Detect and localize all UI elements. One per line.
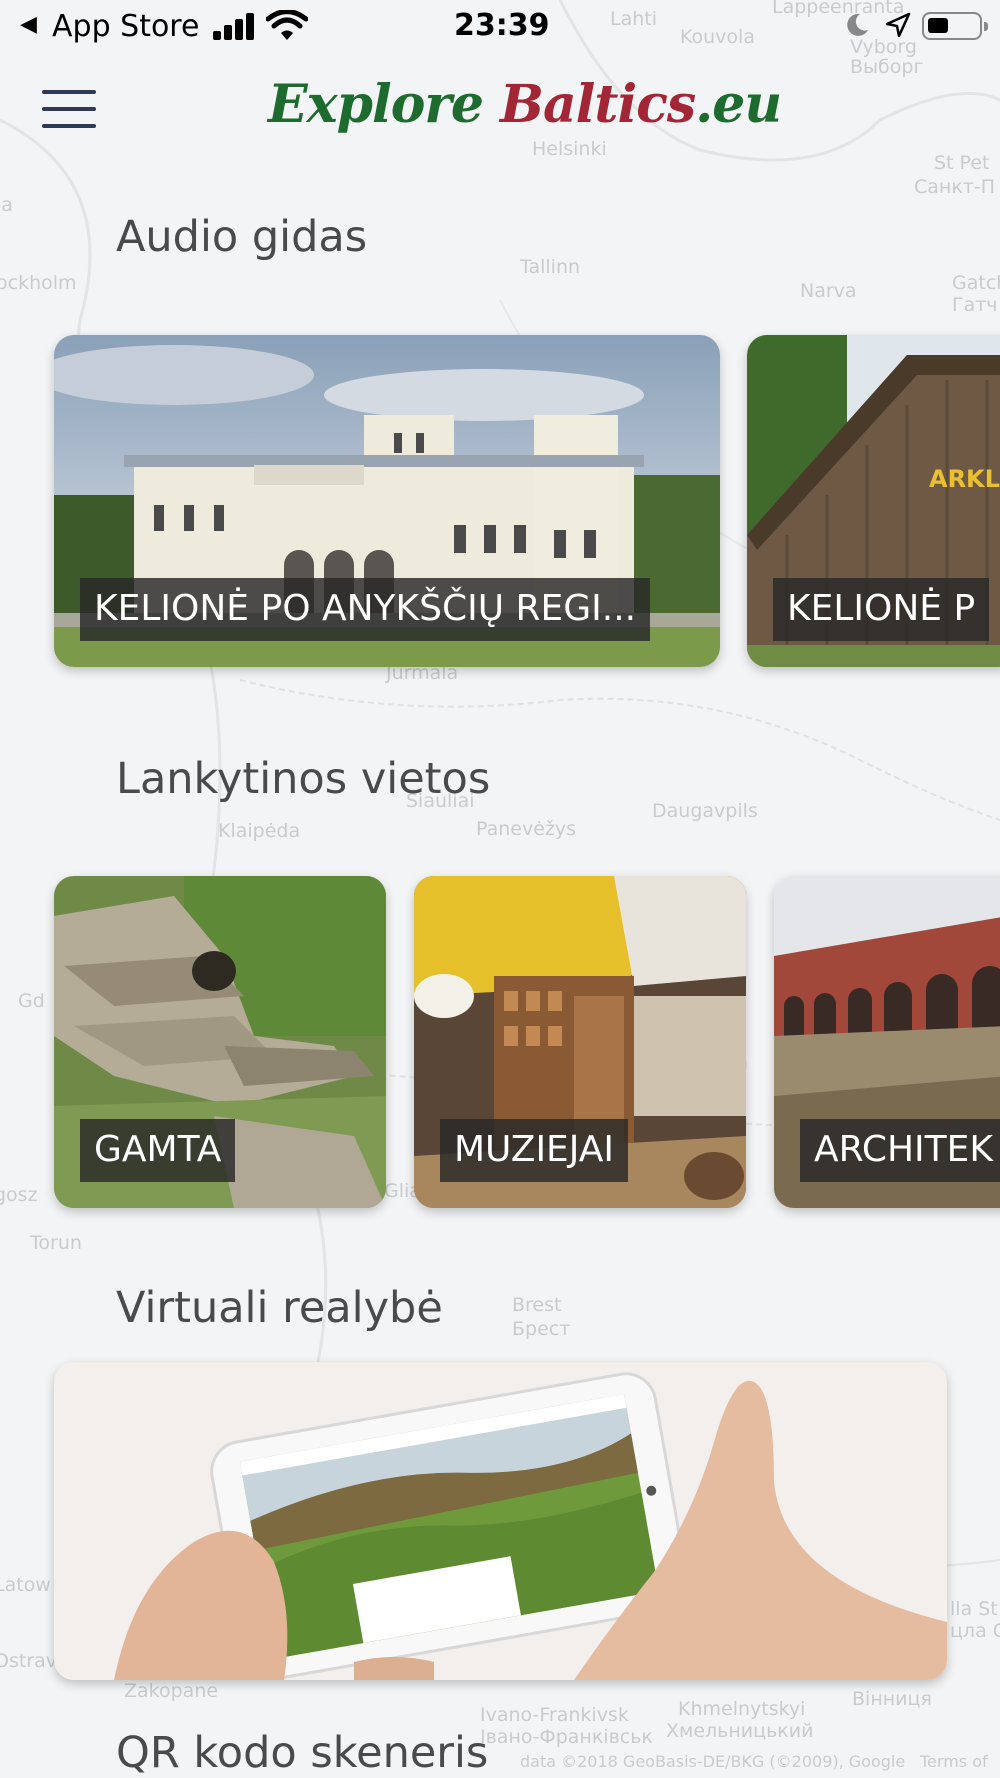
map-label: Narva: [800, 280, 857, 302]
wifi-icon: [266, 10, 308, 40]
audio-card-anyksciai[interactable]: KELIONĖ PO ANYKŠČIŲ REGI...: [54, 335, 720, 667]
logo-baltics: Baltics: [500, 74, 696, 135]
cellular-signal-icon: [213, 12, 257, 40]
map-label: gosz: [0, 1184, 38, 1206]
map-label: ockholm: [0, 272, 77, 294]
map-label: Brest: [512, 1294, 562, 1316]
map-label: Хмельницький: [666, 1720, 814, 1742]
places-card-label: GAMTA: [80, 1119, 236, 1182]
map-label: Выборг: [850, 56, 924, 78]
logo-explore: Explore: [268, 74, 501, 135]
map-label: Tallinn: [520, 256, 581, 278]
map-label: цла С: [950, 1620, 1000, 1642]
battery-icon: [922, 12, 988, 40]
status-bar: ◀ App Store 23:39: [0, 0, 1000, 56]
location-arrow-icon: [885, 12, 911, 38]
back-arrow-icon[interactable]: ◀: [20, 12, 37, 37]
map-label: Gatch: [952, 272, 1000, 294]
section-title-places: Lankytinos vietos: [116, 754, 491, 804]
hamburger-menu-icon[interactable]: [42, 90, 98, 132]
map-label: Daugavpils: [652, 800, 758, 822]
clock: 23:39: [454, 8, 550, 43]
do-not-disturb-moon-icon: [847, 13, 868, 36]
section-title-qr: QR kodo skeneris: [116, 1728, 489, 1778]
audio-card-second[interactable]: ARKL KELIONĖ P: [747, 335, 1000, 667]
map-label: Gd: [18, 990, 45, 1012]
places-card-architecture[interactable]: ARCHITEK: [774, 876, 1000, 1208]
map-label: Брест: [512, 1318, 571, 1340]
map-attribution: data ©2018 GeoBasis-DE/BKG (©2009), Goog…: [520, 1752, 906, 1771]
map-terms-link[interactable]: Terms of: [920, 1752, 988, 1771]
map-label: Ostrav: [0, 1650, 58, 1672]
back-to-app-link[interactable]: App Store: [52, 9, 199, 44]
places-card-nature[interactable]: GAMTA: [54, 876, 386, 1208]
map-label: Санкт-П: [914, 176, 996, 198]
map-label: Zakopane: [124, 1680, 219, 1702]
vr-phone-photo: [54, 1362, 947, 1680]
logo-domain: .eu: [695, 74, 782, 135]
places-card-museums[interactable]: MUZIEJAI: [414, 876, 746, 1208]
places-card-label: MUZIEJAI: [440, 1119, 629, 1182]
map-label: la: [0, 194, 13, 216]
map-label: Івано-Франківськ: [480, 1726, 653, 1748]
map-label: Гатч: [952, 294, 998, 316]
map-label: lla St: [950, 1598, 998, 1620]
svg-text:ARKL: ARKL: [929, 465, 1000, 493]
map-label: St Pet: [934, 152, 990, 174]
map-label: Torun: [30, 1232, 82, 1254]
section-title-vr: Virtuali realybė: [116, 1283, 443, 1333]
map-label: Latow: [0, 1574, 51, 1596]
vr-card[interactable]: [54, 1362, 947, 1680]
map-label: Khmelnytskyi: [678, 1698, 806, 1720]
map-label: Panevėžys: [476, 818, 577, 840]
audio-card-label: KELIONĖ PO ANYKŠČIŲ REGI...: [80, 578, 651, 641]
places-card-label: ARCHITEK: [800, 1119, 1000, 1182]
audio-card-label: KELIONĖ P: [773, 578, 990, 641]
map-label: Klaipėda: [218, 820, 301, 842]
map-label: Ivano-Frankivsk: [480, 1704, 629, 1726]
app-logo: Explore Baltics.eu: [268, 74, 782, 135]
section-title-audio: Audio gidas: [116, 212, 368, 262]
map-label: Helsinki: [532, 138, 607, 160]
map-label: Вінниця: [852, 1688, 932, 1710]
